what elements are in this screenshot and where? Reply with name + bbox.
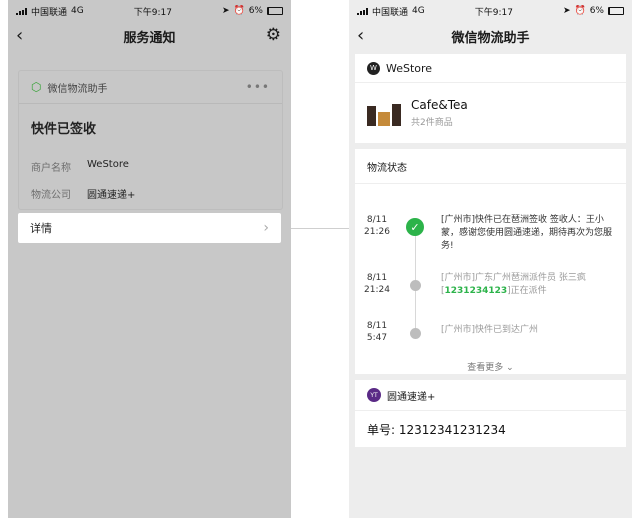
waybill-number[interactable]: 单号: 12312341231234	[355, 411, 626, 447]
cube-icon: ⬡	[31, 80, 42, 94]
courier-row: 物流公司 圆通速递+	[19, 186, 282, 201]
event-time: 5:47	[366, 333, 388, 343]
status-bar: 中国联通 4G 下午9:17 ➤ ⏰ 6%	[349, 0, 632, 22]
carrier-text: 中国联通	[372, 7, 409, 18]
event-text: [广州市]快件已到达广州	[441, 325, 539, 335]
logistics-assistant-screen: 中国联通 4G 下午9:17 ➤ ⏰ 6% ‹ 微信物流助手 W WeStore…	[349, 0, 632, 518]
product-name: Cafe&Tea	[411, 98, 468, 112]
store-name: WeStore	[386, 61, 433, 75]
chevron-down-icon: ⌄	[506, 363, 514, 373]
timeline-event: 8/11 5:47 [广州市]快件已到达广州	[355, 320, 626, 344]
battery-icon	[607, 7, 624, 15]
event-date: 8/11	[366, 321, 388, 331]
clock-text: 下午9:17	[133, 7, 172, 18]
location-icon: ➤	[562, 6, 571, 16]
event-text: [广州市]广东广州琶洲派件员 张三疯[1231234123]正在派件	[441, 273, 586, 296]
status-bar: 中国联通 4G 下午9:17 ➤ ⏰ 6%	[8, 0, 291, 22]
product-count: 共2件商品	[411, 118, 453, 128]
yto-logo-icon: YT	[367, 388, 381, 402]
timeline: 8/11 21:26 ✓ [广州市]快件已在琶洲签收 签收人：王小蒙，感谢您使用圆…	[355, 184, 626, 374]
logistics-section: 物流状态 8/11 21:26 ✓ [广州市]快件已在琶洲签收 签收人：王小蒙，感…	[355, 149, 626, 374]
signal-icon	[357, 7, 368, 15]
service-notification-screen: 中国联通 4G 下午9:17 ➤ ⏰ 6% ‹ 服务通知 ⚙ ⬡ 微信物流助手 …	[8, 0, 291, 518]
card-source: 微信物流助手	[47, 83, 108, 95]
carrier-row: YT 圆通速递+	[355, 380, 626, 411]
event-date: 8/11	[366, 273, 388, 283]
store-row[interactable]: W WeStore	[355, 54, 626, 83]
product-row[interactable]: Cafe&Tea 共2件商品	[355, 83, 626, 143]
timeline-dot	[410, 280, 421, 291]
battery-icon	[266, 7, 283, 15]
event-date: 8/11	[366, 215, 388, 225]
notification-card[interactable]: ⬡ 微信物流助手 ••• 快件已签收 商户名称 WeStore 物流公司 圆通速…	[18, 70, 283, 210]
connector-line	[291, 228, 349, 229]
network-text: 4G	[71, 6, 84, 16]
merchant-row: 商户名称 WeStore	[19, 159, 282, 174]
card-heading: 快件已签收	[31, 122, 97, 137]
westore-logo-icon: W	[367, 61, 380, 75]
carrier-section: YT 圆通速递+ 单号: 12312341231234	[355, 380, 626, 447]
card-header: ⬡ 微信物流助手 •••	[19, 71, 282, 104]
signal-icon	[16, 7, 27, 15]
see-more-button[interactable]: 查看更多 ⌄	[355, 360, 626, 373]
chevron-right-icon: ›	[263, 220, 269, 236]
more-icon[interactable]: •••	[246, 80, 270, 94]
logistics-header: 物流状态	[355, 149, 626, 184]
merchant-value: WeStore	[87, 159, 129, 170]
event-text: [广州市]快件已在琶洲签收 签收人：王小蒙，感谢您使用圆通速递，期待再次为您服务…	[441, 215, 613, 251]
battery-text: 6%	[248, 6, 263, 16]
back-icon[interactable]: ‹	[357, 25, 364, 46]
check-icon: ✓	[406, 218, 424, 236]
courier-label: 物流公司	[31, 190, 71, 201]
alarm-icon: ⏰	[233, 6, 245, 16]
back-icon[interactable]: ‹	[16, 25, 23, 46]
event-time: 21:26	[364, 227, 390, 237]
carrier-name: 圆通速递+	[387, 391, 436, 403]
page-title: 微信物流助手	[451, 30, 530, 46]
clock-text: 下午9:17	[474, 7, 513, 18]
timeline-event: 8/11 21:24 [广州市]广东广州琶洲派件员 张三疯[1231234123]…	[355, 272, 626, 296]
courier-value: 圆通速递+	[87, 190, 136, 201]
detail-button[interactable]: 详情 ›	[18, 213, 281, 243]
network-text: 4G	[412, 6, 425, 16]
battery-text: 6%	[589, 6, 604, 16]
carrier-text: 中国联通	[31, 7, 68, 18]
timeline-dot	[410, 328, 421, 339]
event-time: 21:24	[364, 285, 390, 295]
page-title: 服务通知	[123, 30, 176, 46]
tracking-number[interactable]: 1231234123	[445, 286, 508, 296]
order-section: W WeStore Cafe&Tea 共2件商品	[355, 54, 626, 143]
product-image	[367, 100, 401, 126]
detail-label: 详情	[30, 222, 52, 235]
location-icon: ➤	[221, 6, 230, 16]
gear-icon[interactable]: ⚙	[266, 25, 281, 45]
nav-bar: ‹ 服务通知 ⚙	[8, 22, 291, 50]
timeline-event: 8/11 21:26 ✓ [广州市]快件已在琶洲签收 签收人：王小蒙，感谢您使用圆…	[355, 214, 626, 251]
alarm-icon: ⏰	[574, 6, 586, 16]
nav-bar: ‹ 微信物流助手	[349, 22, 632, 50]
merchant-label: 商户名称	[31, 163, 71, 174]
